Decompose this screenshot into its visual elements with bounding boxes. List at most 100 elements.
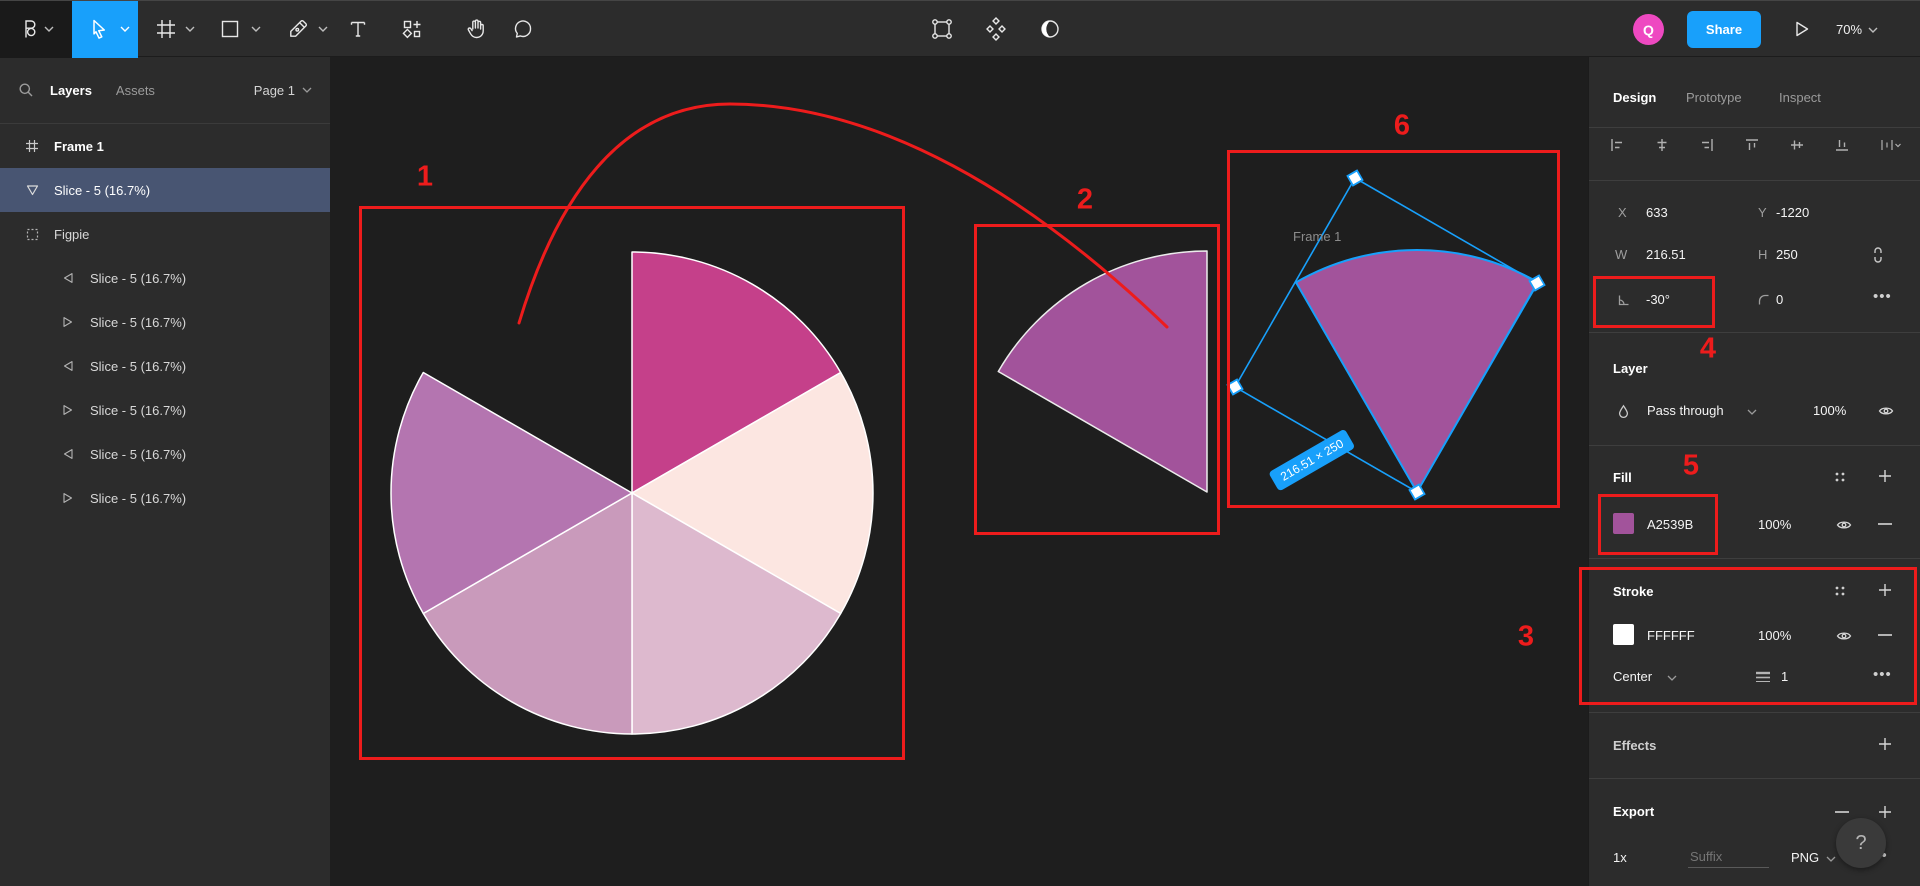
figma-logo-icon[interactable] <box>17 17 41 41</box>
export-suffix-input[interactable] <box>1688 846 1769 868</box>
layer-label: Slice - 5 (16.7%) <box>90 403 186 418</box>
frame-icon <box>24 139 40 153</box>
layer-row[interactable]: Slice - 5 (16.7%) <box>0 476 330 520</box>
stroke-remove-icon[interactable] <box>1878 634 1892 636</box>
stroke-color-swatch[interactable] <box>1613 624 1634 645</box>
fill-remove-icon[interactable] <box>1878 523 1892 525</box>
export-format-chevron-icon[interactable] <box>1826 855 1836 863</box>
zoom-control[interactable]: 70% <box>1836 1 1878 58</box>
resources-tool-icon[interactable] <box>400 17 424 41</box>
align-top-icon[interactable] <box>1744 137 1760 153</box>
stroke-visibility-eye-icon[interactable] <box>1836 630 1852 642</box>
align-left-icon[interactable] <box>1609 137 1625 153</box>
move-tool-chevron-icon[interactable] <box>120 25 130 33</box>
tab-layers[interactable]: Layers <box>50 83 92 98</box>
mask-icon[interactable] <box>1037 16 1063 42</box>
tab-prototype[interactable]: Prototype <box>1686 90 1742 105</box>
h-field[interactable]: 250 <box>1776 247 1798 262</box>
layer-label: Slice - 5 (16.7%) <box>90 359 186 374</box>
layer-row[interactable]: Slice - 5 (16.7%) <box>0 344 330 388</box>
stroke-weight-field[interactable]: 1 <box>1781 669 1788 684</box>
corner-radius-icon <box>1757 293 1771 307</box>
rotation-icon <box>1616 293 1630 307</box>
help-button[interactable]: ? <box>1836 818 1886 868</box>
edit-object-icon[interactable] <box>929 16 955 42</box>
zoom-level: 70% <box>1836 22 1862 37</box>
frame-tool-chevron-icon[interactable] <box>185 25 195 33</box>
layer-label: Slice - 5 (16.7%) <box>90 315 186 330</box>
create-component-icon[interactable] <box>983 16 1009 42</box>
page-selector[interactable]: Page 1 <box>254 83 312 98</box>
layer-row[interactable]: Slice - 5 (16.7%) <box>0 168 330 212</box>
layer-opacity-field[interactable]: 100% <box>1813 403 1846 418</box>
shape-tool-icon[interactable] <box>219 18 241 40</box>
layer-label: Frame 1 <box>54 139 104 154</box>
export-format-select[interactable]: PNG <box>1791 850 1819 865</box>
frame-title-label[interactable]: Frame 1 <box>1293 229 1341 244</box>
stroke-add-icon[interactable] <box>1877 582 1893 598</box>
frame-tool-icon[interactable] <box>154 17 178 41</box>
distribute-menu-icon[interactable] <box>1879 137 1901 153</box>
comment-tool-icon[interactable] <box>511 17 535 41</box>
present-play-icon[interactable] <box>1790 18 1812 40</box>
fill-color-swatch[interactable] <box>1613 513 1634 534</box>
text-tool-icon[interactable] <box>346 17 370 41</box>
pen-tool-icon[interactable] <box>286 17 310 41</box>
chevron-down-icon <box>302 86 312 94</box>
triangle-left-icon <box>60 360 76 372</box>
layer-label: Slice - 5 (16.7%) <box>90 271 186 286</box>
layer-row[interactable]: Slice - 5 (16.7%) <box>0 300 330 344</box>
stroke-opacity-field[interactable]: 100% <box>1758 628 1791 643</box>
search-icon[interactable] <box>18 82 34 98</box>
move-tool-icon[interactable] <box>87 17 111 41</box>
y-field[interactable]: -1220 <box>1776 205 1809 220</box>
w-field[interactable]: 216.51 <box>1646 247 1686 262</box>
layer-row[interactable]: Figpie <box>0 212 330 256</box>
avatar[interactable]: Q <box>1633 14 1664 45</box>
export-add-icon[interactable] <box>1877 804 1893 820</box>
x-field[interactable]: 633 <box>1646 205 1668 220</box>
align-right-icon[interactable] <box>1699 137 1715 153</box>
align-bottom-icon[interactable] <box>1834 137 1850 153</box>
fill-opacity-field[interactable]: 100% <box>1758 517 1791 532</box>
layer-label: Figpie <box>54 227 89 242</box>
layer-row[interactable]: Slice - 5 (16.7%) <box>0 256 330 300</box>
export-remove-icon[interactable] <box>1835 811 1849 813</box>
constrain-proportions-icon[interactable] <box>1870 245 1886 265</box>
pen-tool-chevron-icon[interactable] <box>318 25 328 33</box>
align-horizontal-center-icon[interactable] <box>1654 137 1670 153</box>
tab-inspect[interactable]: Inspect <box>1779 90 1821 105</box>
tab-assets[interactable]: Assets <box>116 83 155 98</box>
layer-row[interactable]: Slice - 5 (16.7%) <box>0 432 330 476</box>
effects-add-icon[interactable] <box>1877 736 1893 752</box>
layer-visibility-eye-icon[interactable] <box>1878 405 1894 417</box>
share-button[interactable]: Share <box>1687 11 1761 48</box>
layer-row[interactable]: Frame 1 <box>0 124 330 168</box>
shape-tool-chevron-icon[interactable] <box>251 25 261 33</box>
fill-visibility-eye-icon[interactable] <box>1836 519 1852 531</box>
stroke-hex-field[interactable]: FFFFFF <box>1647 628 1695 643</box>
blend-mode-chevron-icon[interactable] <box>1747 408 1757 416</box>
menu-chevron-icon[interactable] <box>44 25 54 33</box>
triangle-left-icon <box>60 272 76 284</box>
align-vertical-center-icon[interactable] <box>1789 137 1805 153</box>
fill-styles-icon[interactable] <box>1833 470 1847 484</box>
more-options-icon[interactable]: ••• <box>1873 288 1892 305</box>
stroke-more-options-icon[interactable]: ••• <box>1873 666 1892 683</box>
h-field-label: H <box>1758 247 1767 262</box>
stroke-align-select[interactable]: Center <box>1613 669 1652 684</box>
tab-design[interactable]: Design <box>1613 90 1656 105</box>
blend-mode-select[interactable]: Pass through <box>1647 403 1724 418</box>
corner-radius-field[interactable]: 0 <box>1776 292 1783 307</box>
stroke-styles-icon[interactable] <box>1833 584 1847 598</box>
layer-row[interactable]: Slice - 5 (16.7%) <box>0 388 330 432</box>
hand-tool-icon[interactable] <box>464 17 488 41</box>
export-scale-select[interactable]: 1x <box>1613 850 1627 865</box>
stroke-section-heading: Stroke <box>1613 584 1653 599</box>
rotation-field[interactable]: -30° <box>1646 292 1670 307</box>
canvas[interactable] <box>330 57 1588 886</box>
fill-add-icon[interactable] <box>1877 468 1893 484</box>
stroke-align-chevron-icon[interactable] <box>1667 674 1677 682</box>
layer-label: Slice - 5 (16.7%) <box>54 183 150 198</box>
fill-hex-field[interactable]: A2539B <box>1647 517 1693 532</box>
